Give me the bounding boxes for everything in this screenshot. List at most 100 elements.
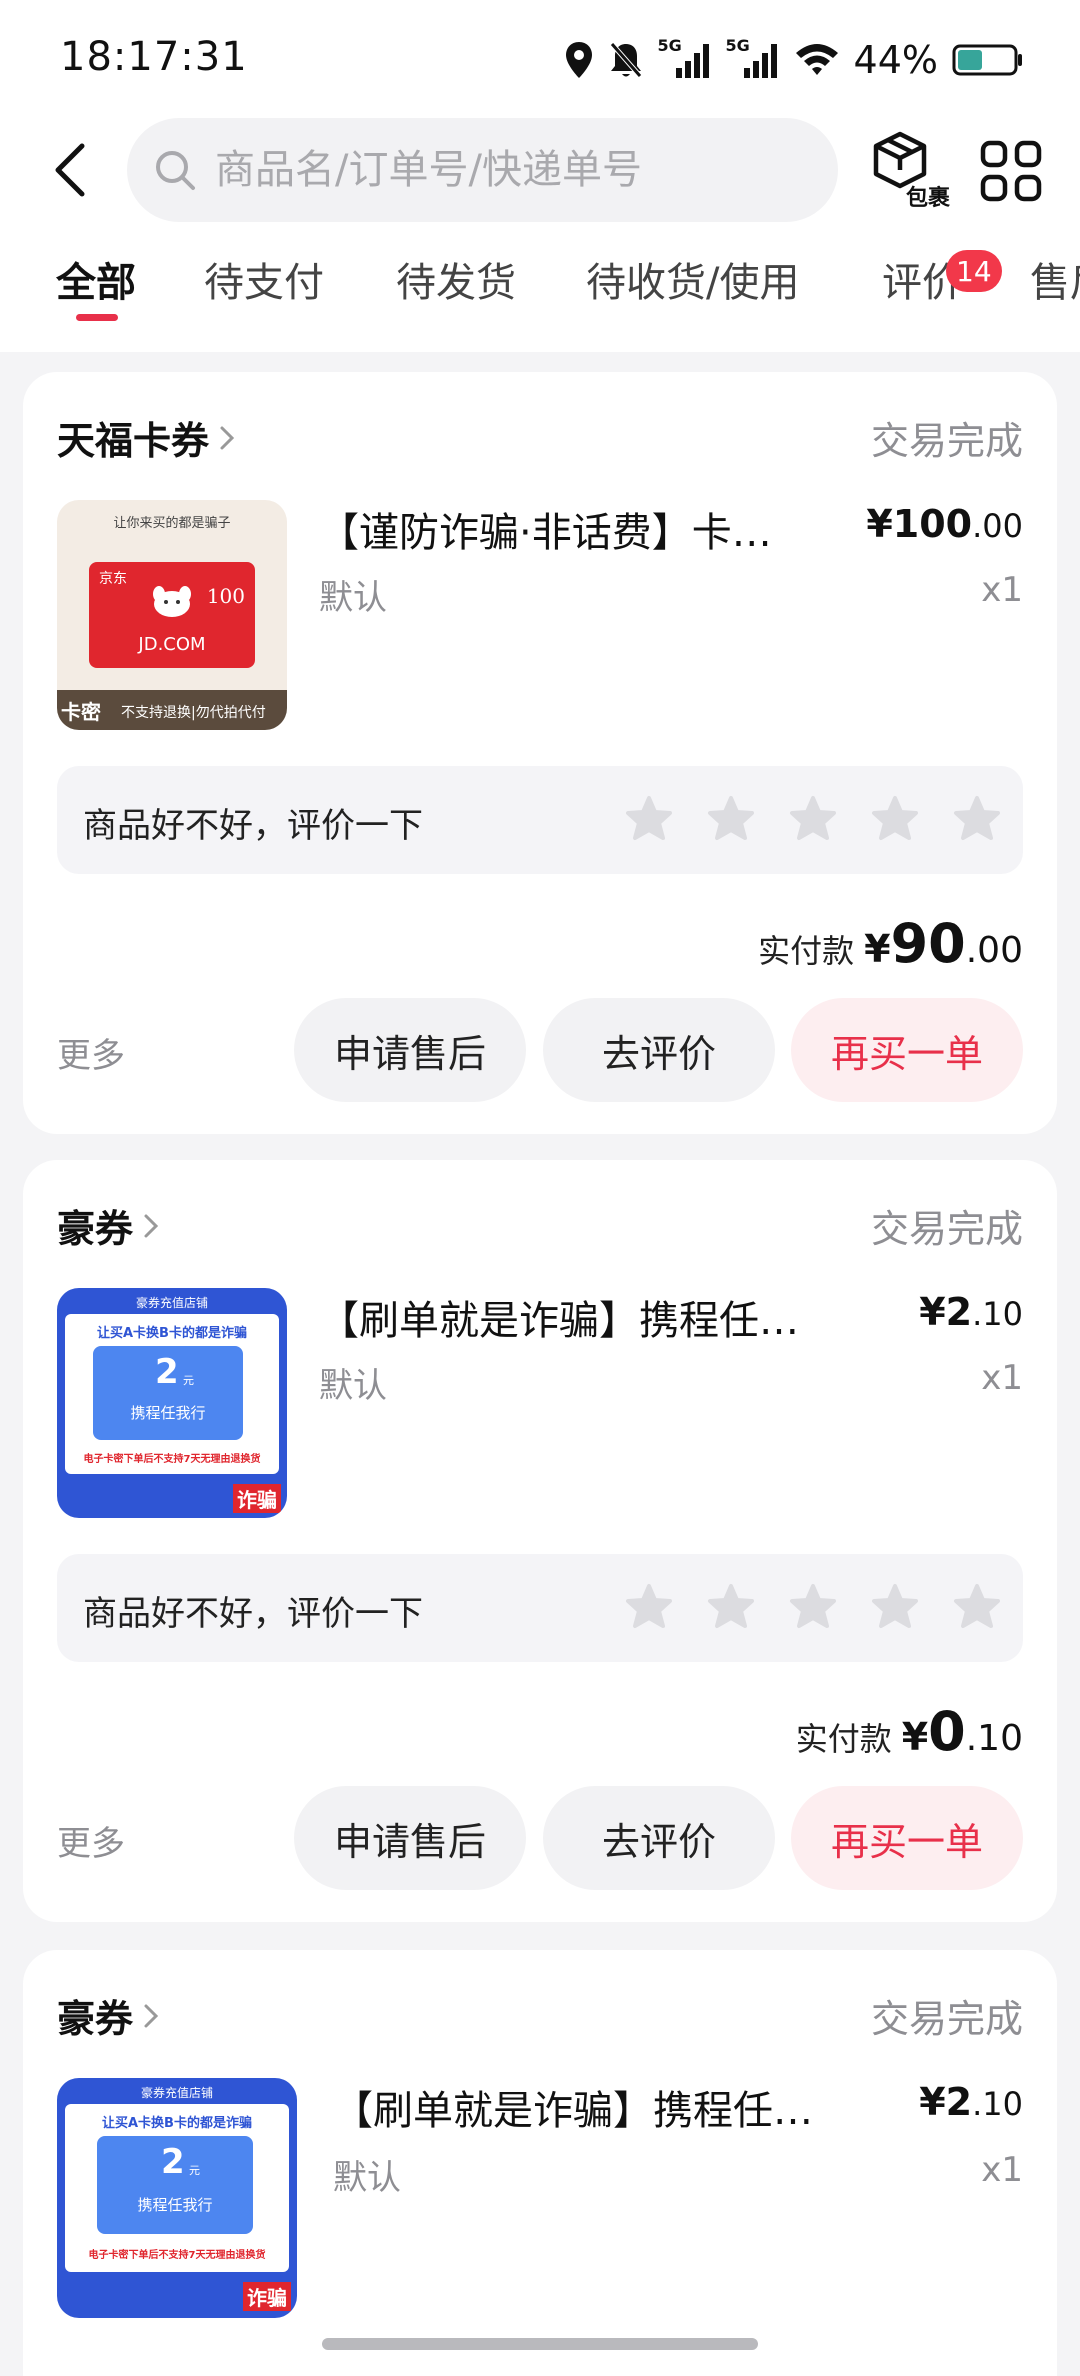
star-icon[interactable] (623, 794, 675, 846)
star-rating[interactable] (623, 794, 1003, 846)
thumb-store: 豪券充值店铺 (140, 2086, 213, 2100)
star-rating[interactable] (623, 1582, 1003, 1634)
card-site: JD.COM (138, 634, 206, 655)
thumb-footer-text: 不支持退换|勿代拍代付 (121, 705, 266, 721)
voucher-amount: 2 (161, 2142, 185, 2182)
paid-amount: 实付款 ¥ 90 .00 (758, 912, 1023, 975)
voucher-card: 2 元 携程任我行 (93, 1346, 243, 1440)
more-button[interactable]: 更多 (57, 1028, 125, 1077)
review-prompt: 商品好不好，评价一下 (83, 1594, 423, 1634)
star-icon[interactable] (705, 1582, 757, 1634)
price-decimal: .10 (972, 2085, 1023, 2123)
star-icon[interactable] (787, 1582, 839, 1634)
header: 18:17:31 5G 5G 44% 商品名/订单号/快递单号 包裹 全部 待支… (0, 0, 1080, 352)
after-sale-button[interactable]: 申请售后 (294, 1786, 526, 1890)
after-sale-button[interactable]: 申请售后 (294, 998, 526, 1102)
order-card[interactable]: 天福卡券 交易完成 让你来买的都是骗子 京东 100 JD.COM 卡密 不支持… (23, 372, 1057, 1134)
order-status: 交易完成 (870, 419, 1023, 463)
chevron-right-icon (144, 2004, 159, 2027)
star-icon[interactable] (705, 794, 757, 846)
status-time: 18:17:31 (60, 34, 248, 80)
unit-price: ¥2.10 (919, 1290, 1023, 1334)
fraud-label: 诈骗 (233, 1484, 281, 1513)
paid-label: 实付款 (758, 932, 855, 970)
product-spec: 默认 (333, 2158, 401, 2198)
quantity: x1 (981, 570, 1023, 610)
voucher-amount: 2 (155, 1352, 179, 1392)
tab-pending-receipt[interactable]: 待收货/使用 (586, 250, 799, 308)
paid-currency: ¥ (901, 1715, 929, 1759)
thumb-panel: 让买A卡换B卡的都是诈骗 2 元 携程任我行 电子卡密下单后不支持7天无理由退换… (65, 1314, 279, 1474)
product-thumbnail[interactable]: 让你来买的都是骗子 京东 100 JD.COM 卡密 不支持退换|勿代拍代付 (57, 500, 287, 730)
tab-pending-shipment[interactable]: 待发货 (396, 250, 516, 308)
tab-after-sales[interactable]: 售后 (1030, 250, 1080, 308)
shop-name: 豪券 (57, 1997, 134, 2041)
product-title[interactable]: 【刷单就是诈骗】携程任我… (319, 1288, 829, 1346)
joy-dog-icon (153, 586, 191, 617)
star-icon[interactable] (869, 1582, 921, 1634)
order-status: 交易完成 (870, 1207, 1023, 1251)
shop-link[interactable]: 豪券 (57, 1988, 159, 2043)
product-thumbnail[interactable]: 豪券充值店铺 让买A卡换B卡的都是诈骗 2 元 携程任我行 电子卡密下单后不支持… (57, 1288, 287, 1518)
shop-name: 天福卡券 (57, 419, 210, 463)
quantity: x1 (981, 2150, 1023, 2190)
star-icon[interactable] (623, 1582, 675, 1634)
home-indicator[interactable] (322, 2338, 758, 2350)
review-button[interactable]: 去评价 (543, 998, 775, 1102)
search-input[interactable] (215, 147, 815, 193)
back-button[interactable] (40, 140, 100, 200)
voucher-card: 2 元 携程任我行 (97, 2136, 253, 2234)
wifi-icon (795, 44, 838, 75)
tab-all[interactable]: 全部 (56, 250, 136, 308)
gift-card-image: 京东 100 JD.COM (89, 562, 255, 668)
search-bar[interactable] (127, 118, 838, 222)
shop-link[interactable]: 天福卡券 (57, 410, 235, 465)
thumb-footer: 卡密 不支持退换|勿代拍代付 (57, 690, 287, 730)
thumb-warn: 让买A卡换B卡的都是诈骗 (102, 2116, 252, 2131)
review-prompt-box[interactable]: 商品好不好，评价一下 (57, 1554, 1023, 1662)
order-card[interactable]: 豪券 交易完成 豪券充值店铺 让买A卡换B卡的都是诈骗 2 元 携程任我行 电子… (23, 1950, 1057, 2376)
review-count-badge: 14 (946, 250, 1002, 292)
card-tag: 卡密 (61, 700, 101, 724)
menu-grid-button[interactable] (980, 140, 1042, 202)
shop-name: 豪券 (57, 1207, 134, 1251)
product-thumbnail[interactable]: 豪券充值店铺 让买A卡换B卡的都是诈骗 2 元 携程任我行 电子卡密下单后不支持… (57, 2078, 297, 2318)
more-button[interactable]: 更多 (57, 1816, 125, 1865)
thumb-warn: 让买A卡换B卡的都是诈骗 (97, 1326, 247, 1341)
review-prompt-box[interactable]: 商品好不好，评价一下 (57, 766, 1023, 874)
chevron-right-icon (220, 426, 235, 449)
price-decimal: .00 (972, 507, 1023, 545)
review-prompt: 商品好不好，评价一下 (83, 806, 423, 846)
paid-amount: 实付款 ¥ 0 .10 (796, 1700, 1023, 1763)
fraud-label: 诈骗 (243, 2282, 291, 2311)
rebuy-button[interactable]: 再买一单 (791, 998, 1023, 1102)
star-icon[interactable] (951, 1582, 1003, 1634)
star-icon[interactable] (787, 794, 839, 846)
order-status: 交易完成 (870, 1997, 1023, 2041)
voucher-name: 携程任我行 (130, 1404, 206, 1422)
price-integer: ¥2 (919, 2080, 973, 2124)
star-icon[interactable] (869, 794, 921, 846)
package-button[interactable]: 包裹 (866, 130, 966, 214)
order-card[interactable]: 豪券 交易完成 豪券充值店铺 让买A卡换B卡的都是诈骗 2 元 携程任我行 电子… (23, 1160, 1057, 1922)
product-title[interactable]: 【刷单就是诈骗】携程任… (333, 2078, 833, 2136)
product-title[interactable]: 【谨防诈骗·非话费】卡… (319, 500, 829, 558)
paid-currency: ¥ (864, 927, 891, 971)
quantity: x1 (981, 1358, 1023, 1398)
battery-icon (952, 44, 1022, 76)
review-button[interactable]: 去评价 (543, 1786, 775, 1890)
card-value: 100 (206, 584, 245, 608)
package-label: 包裹 (906, 186, 951, 211)
paid-decimal: .00 (965, 930, 1023, 971)
unit-price: ¥2.10 (919, 2080, 1023, 2124)
tab-pending-payment[interactable]: 待支付 (204, 250, 324, 308)
rebuy-button[interactable]: 再买一单 (791, 1786, 1023, 1890)
paid-integer: 90 (890, 912, 966, 975)
shop-link[interactable]: 豪券 (57, 1198, 159, 1253)
order-tabs: 全部 待支付 待发货 待收货/使用 评价 14 售后 (0, 250, 1080, 330)
chevron-left-icon (55, 143, 85, 197)
star-icon[interactable] (951, 794, 1003, 846)
grid-icon (980, 140, 1042, 202)
price-integer: ¥2 (919, 1290, 973, 1334)
thumb-store: 豪券充值店铺 (135, 1296, 208, 1310)
